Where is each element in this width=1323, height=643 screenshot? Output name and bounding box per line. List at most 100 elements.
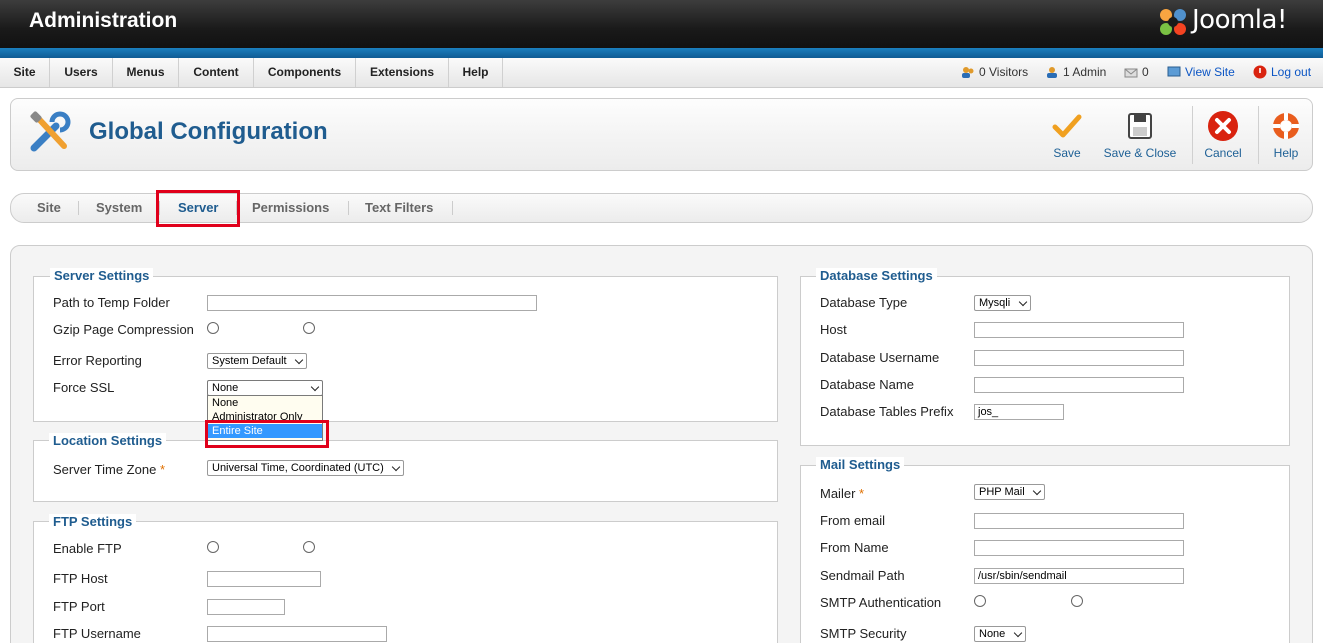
- visitors-count: 0 Visitors: [979, 65, 1029, 79]
- db-type-label: Database Type: [820, 295, 908, 310]
- force-ssl-label: Force SSL: [53, 380, 115, 395]
- admin-header: [0, 0, 1323, 48]
- mailer-label-text: Mailer: [820, 486, 856, 501]
- menu-content[interactable]: Content: [179, 58, 254, 87]
- ssl-option-none[interactable]: None: [208, 396, 322, 410]
- tab-separator: [78, 201, 79, 215]
- mailer-select[interactable]: PHP Mail: [974, 484, 1045, 500]
- messages-status[interactable]: 0: [1124, 65, 1149, 79]
- ftp-settings-fieldset: [33, 521, 778, 643]
- tab-permissions[interactable]: Permissions: [252, 200, 329, 215]
- ftp-host-label: FTP Host: [53, 571, 108, 586]
- joomla-logo-text: Joomla!: [1192, 5, 1287, 35]
- main-menu-bar: Site Users Menus Content Components Exte…: [0, 58, 1323, 88]
- cancel-button[interactable]: Cancel: [1201, 110, 1245, 160]
- from-name-label: From Name: [820, 540, 889, 555]
- mail-settings-legend: Mail Settings: [816, 457, 905, 472]
- entire-site-highlight: [205, 420, 329, 448]
- tab-separator: [452, 201, 453, 215]
- location-settings-legend: Location Settings: [49, 433, 167, 448]
- db-host-input[interactable]: [974, 322, 1184, 338]
- ftp-host-input[interactable]: [207, 571, 321, 587]
- messages-count: 0: [1142, 65, 1149, 79]
- enable-ftp-label: Enable FTP: [53, 541, 122, 556]
- gzip-radio-yes[interactable]: [207, 322, 219, 334]
- view-site-label: View Site: [1185, 65, 1235, 79]
- temp-path-label: Path to Temp Folder: [53, 295, 170, 310]
- tab-system[interactable]: System: [96, 200, 142, 215]
- db-type-select[interactable]: Mysqli: [974, 295, 1031, 311]
- db-prefix-input[interactable]: jos_: [974, 404, 1064, 420]
- page-title: Global Configuration: [89, 118, 328, 145]
- logout-label: Log out: [1271, 65, 1312, 79]
- joomla-logo-icon: [1160, 9, 1186, 35]
- sendmail-path-label: Sendmail Path: [820, 568, 905, 583]
- save-close-button[interactable]: Save & Close: [1100, 110, 1180, 160]
- db-name-input[interactable]: [974, 377, 1184, 393]
- admin-count: 1 Admin: [1063, 65, 1107, 79]
- ftp-username-input[interactable]: [207, 626, 387, 642]
- cancel-x-icon: [1208, 111, 1238, 141]
- mailer-label: Mailer *: [820, 486, 864, 501]
- smtp-auth-label: SMTP Authentication: [820, 595, 942, 610]
- smtp-auth-radio-no[interactable]: [1071, 595, 1083, 607]
- from-email-input[interactable]: [974, 513, 1184, 529]
- view-site-link[interactable]: View Site: [1167, 65, 1235, 79]
- menu-extensions[interactable]: Extensions: [356, 58, 449, 87]
- tab-text-filters[interactable]: Text Filters: [365, 200, 433, 215]
- wrench-screwdriver-icon: [30, 111, 71, 152]
- gzip-radio-no[interactable]: [303, 322, 315, 334]
- visitors-status: 0 Visitors: [961, 65, 1028, 79]
- save-close-label: Save & Close: [1103, 146, 1177, 160]
- lifebuoy-icon: [1273, 113, 1299, 139]
- menu-site[interactable]: Site: [0, 58, 50, 87]
- error-reporting-select[interactable]: System Default: [207, 353, 307, 369]
- enable-ftp-radio-no[interactable]: [303, 541, 315, 553]
- cancel-label: Cancel: [1204, 146, 1242, 160]
- timezone-label: Server Time Zone *: [53, 462, 165, 477]
- enable-ftp-radio-yes[interactable]: [207, 541, 219, 553]
- temp-path-input[interactable]: [207, 295, 537, 311]
- users-icon: [962, 67, 974, 78]
- logout-icon: [1253, 65, 1267, 79]
- monitor-icon: [1167, 66, 1181, 77]
- ftp-username-label: FTP Username: [53, 626, 141, 641]
- db-username-label: Database Username: [820, 350, 940, 365]
- gzip-label: Gzip Page Compression: [53, 322, 194, 337]
- ftp-port-input[interactable]: [207, 599, 285, 615]
- menu-help[interactable]: Help: [449, 58, 503, 87]
- tab-site[interactable]: Site: [37, 200, 61, 215]
- timezone-select[interactable]: Universal Time, Coordinated (UTC): [207, 460, 404, 476]
- error-reporting-label: Error Reporting: [53, 353, 142, 368]
- save-button[interactable]: Save: [1048, 110, 1086, 160]
- database-settings-legend: Database Settings: [816, 268, 937, 283]
- tab-separator: [348, 201, 349, 215]
- ftp-port-label: FTP Port: [53, 599, 105, 614]
- admin-status: 1 Admin: [1045, 65, 1106, 79]
- menu-menus[interactable]: Menus: [113, 58, 179, 87]
- from-email-label: From email: [820, 513, 886, 528]
- smtp-auth-radio-yes[interactable]: [974, 595, 986, 607]
- help-label: Help: [1273, 146, 1299, 160]
- db-prefix-label: Database Tables Prefix: [820, 404, 954, 419]
- ftp-settings-legend: FTP Settings: [49, 514, 137, 529]
- smtp-security-select[interactable]: None: [974, 626, 1026, 642]
- help-button[interactable]: Help: [1270, 110, 1302, 160]
- required-marker: *: [159, 462, 166, 477]
- messages-icon: [1124, 68, 1138, 78]
- toolbar-divider: [1192, 106, 1193, 164]
- from-name-input[interactable]: [974, 540, 1184, 556]
- force-ssl-select[interactable]: None: [207, 380, 323, 396]
- header-stripe: [0, 48, 1323, 58]
- admin-title: Administration: [29, 9, 178, 32]
- db-username-input[interactable]: [974, 350, 1184, 366]
- menu-users[interactable]: Users: [50, 58, 113, 87]
- logout-link[interactable]: Log out: [1253, 65, 1311, 79]
- menu-components[interactable]: Components: [254, 58, 356, 87]
- db-host-label: Host: [820, 322, 847, 337]
- smtp-security-label: SMTP Security: [820, 626, 907, 641]
- server-settings-legend: Server Settings: [50, 268, 154, 283]
- checkmark-icon: [1052, 114, 1082, 138]
- server-tab-highlight: [156, 190, 240, 227]
- sendmail-path-input[interactable]: /usr/sbin/sendmail: [974, 568, 1184, 584]
